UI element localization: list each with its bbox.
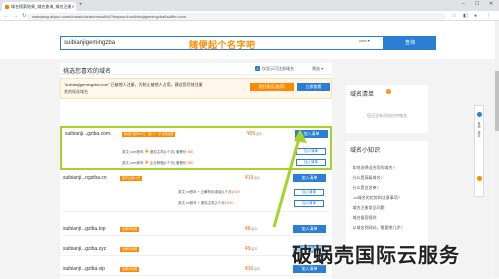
price-unit: /首年: [250, 247, 258, 251]
search-button[interactable]: 查询: [384, 36, 436, 50]
add-to-list-button[interactable]: 加入清单: [293, 225, 326, 233]
promo-tag: 新用户首年55元 · 限1个 · 不支持续费: [122, 132, 176, 137]
promo-tag: 注册享优惠: [120, 227, 140, 232]
tip-link[interactable]: · 什么是高级域名?: [350, 175, 383, 181]
close-tab-icon[interactable]: ✕: [71, 4, 74, 9]
tip-link[interactable]: · 域名注册常见问题: [350, 205, 384, 211]
tip-link[interactable]: · 域名备案规则: [350, 215, 376, 221]
promo-tag: 注册享优惠: [120, 267, 140, 272]
add-to-list-button[interactable]: 加入清单: [293, 174, 326, 182]
domain-name[interactable]: suibianji...gziba.com: [65, 131, 110, 137]
price-unit: /首年: [255, 132, 263, 136]
menu-icon[interactable]: ⋮: [486, 13, 491, 19]
filter-dropdown[interactable]: 筛选 ▾: [312, 66, 323, 72]
checkbox-checked-icon[interactable]: ✓: [255, 66, 260, 71]
promo-tag: 首年注册19元: [120, 176, 143, 181]
domain-name[interactable]: suibianji...gziba.vip: [63, 266, 105, 272]
bundle-offer: 英文.cn首年 + 云解析标准版(1个月) ¥29: [178, 190, 240, 194]
price-unit: /首年: [253, 267, 261, 271]
tips-title: 域名小知识: [350, 148, 381, 154]
close-window-icon[interactable]: ✕: [489, 1, 493, 7]
search-slogan: 随便起个名字吧: [189, 40, 256, 50]
notice-text: "suibianjigemingzba.com" 已被他人注册，为防止被他人占用…: [64, 82, 203, 87]
domain-search-box[interactable]: suibianjigemingzba 随便起个名字吧: [60, 36, 384, 50]
bundle-offer: 英文.com首年 ✚ 企业邮箱(1个月) 套餐价 ¥80: [122, 160, 194, 166]
watermark: 破蜗壳国际云服务: [292, 243, 460, 267]
add-bundle-button[interactable]: 加入清单: [296, 159, 326, 166]
price-unit: /首年: [250, 227, 258, 231]
domain-cart-card: 域名清单 0 您还没有添加任何域名: [346, 85, 428, 133]
broker-buy-button[interactable]: 委托购买(推荐): [250, 83, 294, 91]
feedback-icon[interactable]: [477, 176, 482, 181]
available-only-label: 仅显示可注册域名: [262, 66, 294, 71]
favicon-icon: [5, 4, 9, 9]
plus-icon: ✚: [144, 160, 149, 166]
plus-icon: ✚: [144, 149, 149, 155]
minimize-icon[interactable]: –: [462, 1, 465, 7]
add-bundle-button[interactable]: 加入清单: [296, 148, 326, 155]
search-input[interactable]: suibianjigemingzba: [64, 40, 115, 46]
back-icon[interactable]: ←: [4, 13, 9, 19]
cart-title: 域名清单: [350, 92, 375, 98]
tab-title: 域名搜索结果_域名查询_域名注册: [11, 3, 72, 9]
browser-window: 域名搜索结果_域名查询_域名注册 ✕ + – ☐ ✕ ← → ↻ wanwang…: [0, 0, 499, 279]
domain-name[interactable]: suibianji...gziba.top: [63, 226, 106, 232]
add-bundle-button[interactable]: 加入清单: [294, 189, 324, 196]
cart-count-badge: 0: [386, 89, 391, 94]
maximize-icon[interactable]: ☐: [475, 1, 479, 7]
star-icon[interactable]: ☆: [452, 13, 456, 19]
promo-tag: 注册享优惠: [120, 247, 140, 252]
new-tab-button[interactable]: +: [79, 2, 83, 8]
suffix-select[interactable]: .com ▾: [358, 38, 370, 43]
notice-subtext: 其他候选域名: [64, 89, 88, 94]
extension-icon[interactable]: ◧: [463, 13, 468, 19]
tip-link[interactable]: · 如何选择适合您的域名?: [350, 165, 395, 171]
scrollbar-thumb[interactable]: [495, 71, 499, 131]
address-bar: ← → ↻ wanwang.aliyun.com/domain/searchre…: [0, 11, 499, 21]
browser-tab[interactable]: 域名搜索结果_域名查询_域名注册 ✕: [2, 2, 76, 11]
result-row: suibianji...ngziba.cn 首年注册19元 ¥19/首年 加入清…: [60, 172, 332, 212]
domain-name[interactable]: suibianji...gziba.xyz: [63, 246, 106, 252]
floating-toolbar[interactable]: 咨询 · 建议: [474, 105, 484, 197]
highlighted-result: suibianji...gziba.com 新用户首年55元 · 限1个 · 不…: [60, 126, 332, 170]
cart-empty-text: 您还没有添加任何域名: [367, 113, 407, 118]
domain-name[interactable]: suibianji...ngziba.cn: [63, 175, 107, 181]
price-unit: /首年: [253, 176, 261, 180]
consult-label: 咨询 · 建议: [477, 122, 481, 137]
url-field[interactable]: wanwang.aliyun.com/domain/searchresult/#…: [26, 13, 446, 20]
tip-link[interactable]: · .cn域名的优势和注意事项?: [350, 195, 400, 201]
search-hero: suibianjigemingzba 随便起个名字吧 .com ▾ 查询: [0, 25, 499, 59]
tab-bar: 域名搜索结果_域名查询_域名注册 ✕ + – ☐ ✕: [0, 0, 499, 11]
tip-link[interactable]: · 什么是白名单?: [350, 185, 379, 191]
taken-notice: "suibianjigemingzba.com" 已被他人注册，为防止被他人占用…: [60, 78, 332, 99]
scrollbar[interactable]: [495, 21, 499, 277]
bundle-offer: 英文.cn首年 + 虚拟主机(1个月) ¥49: [178, 201, 233, 205]
forward-icon[interactable]: →: [13, 13, 18, 19]
results-title: 挑选您喜欢的域名: [63, 69, 112, 75]
profile-icon[interactable]: ●: [474, 13, 477, 19]
chat-icon[interactable]: [477, 112, 482, 117]
result-row: suibianji...gziba.top 注册享优惠 ¥8/首年 加入清单: [60, 223, 332, 236]
bundle-offer: 英文.com首年 ✚ 虚拟主机(1个月) 套餐价 ¥80: [122, 149, 194, 155]
add-to-list-button[interactable]: 加入清单: [295, 130, 328, 138]
add-bundle-button[interactable]: 加入清单: [294, 200, 324, 207]
tip-link[interactable]: · 从域名到网站，需要哪几步?: [350, 225, 403, 231]
results-header: 挑选您喜欢的域名 ✓ 仅显示可注册域名 筛选 ▾: [60, 63, 332, 75]
view-now-button[interactable]: 立即查看: [297, 83, 330, 91]
